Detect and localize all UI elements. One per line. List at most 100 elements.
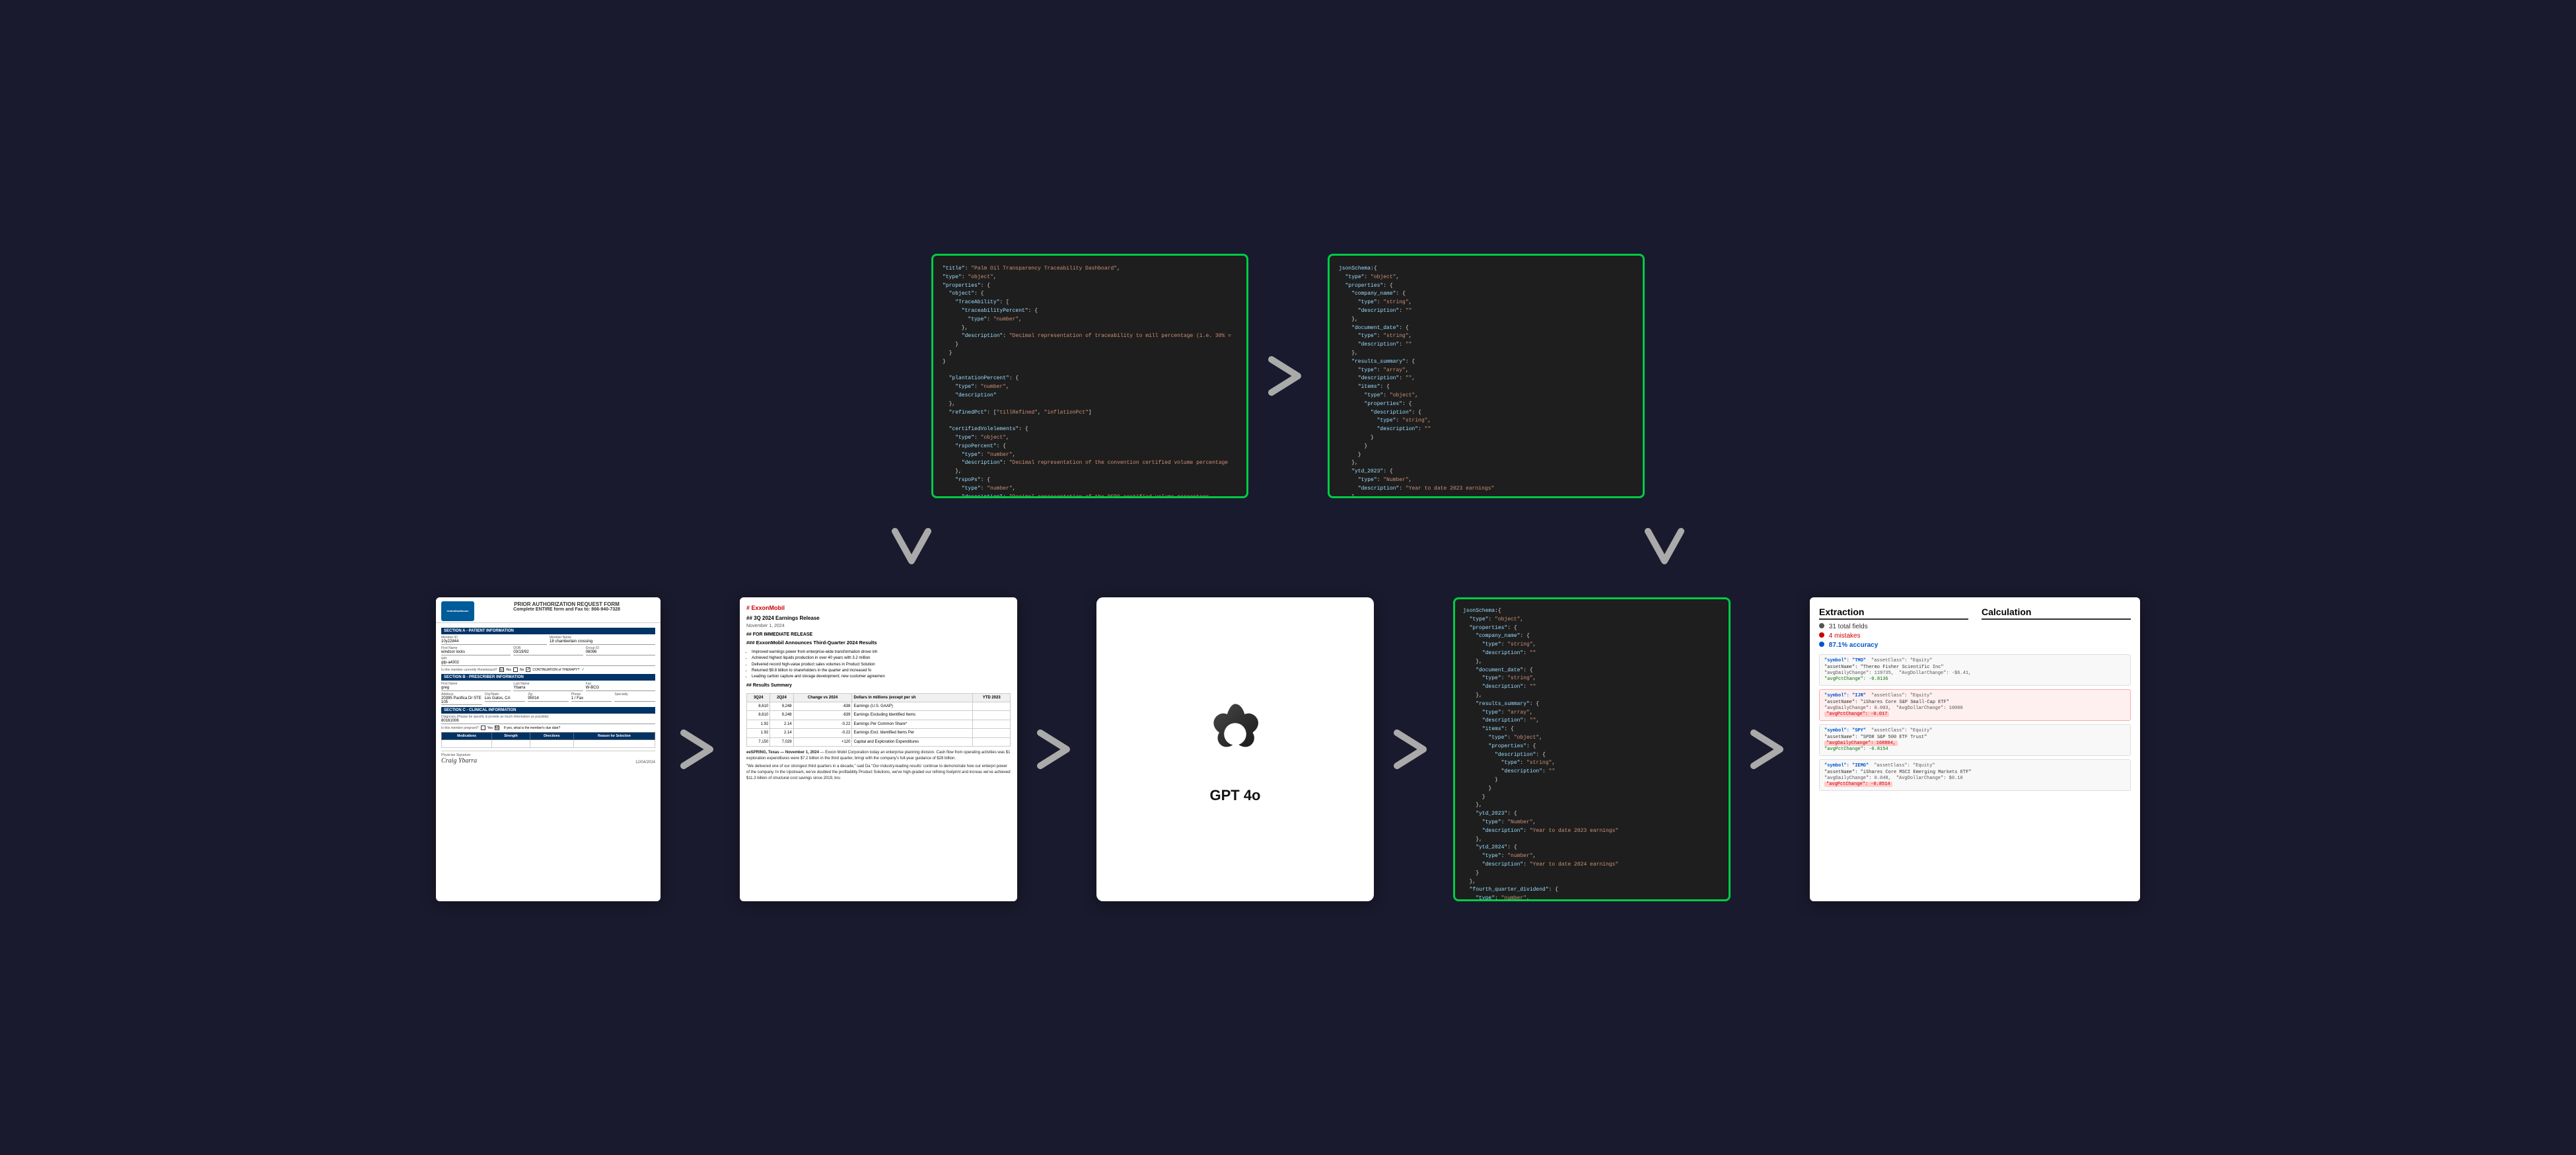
uhc-logo: UnitedHealthcare <box>441 601 474 621</box>
group-id-field: Group ID 06096 <box>586 646 655 655</box>
patient-row-2: First Name windsor locks DOB 03/19/92 Gr… <box>441 646 655 655</box>
prescriber-zip: Zip 95014 <box>528 692 569 705</box>
ijr-avg: "AvgDollarChange": 10000 <box>1896 706 1963 711</box>
chevron-right-icon-4 <box>1744 723 1797 776</box>
results-card: Extraction 31 total fields 4 mistakes <box>1810 597 2140 901</box>
member-id-field: Member ID 10y22844 <box>441 636 547 645</box>
top-schema-card-1: "title": "Palm Oil Transparency Traceabi… <box>931 254 1248 498</box>
prescriber-city-state: City/State Los Gatos, CA <box>485 692 526 705</box>
result-entry-ijr: "symbol": "IJR" "assetClass": "Equity" "… <box>1819 689 2131 721</box>
iemg-avg: "AvgDollarChange": $0.10 <box>1896 776 1963 781</box>
top-row: "title": "Palm Oil Transparency Traceabi… <box>26 254 2550 498</box>
uhc-logo-text: UnitedHealthcare <box>447 610 469 613</box>
down-arrow-right-icon <box>1638 525 1691 571</box>
ijr-pct-error: "avgPctChange": -0.017 <box>1824 712 1889 717</box>
prescriber-row-1: First Name greg Last Name Ybarra Fax W-B… <box>441 682 655 691</box>
calculation-title: Calculation <box>1982 607 2131 620</box>
bottom-arrow-3 <box>1374 723 1453 776</box>
bottom-row: UnitedHealthcare PRIOR AUTHORIZATION REQ… <box>26 597 2550 901</box>
ijr-ytd: "avgDailyChange": 0.003, <box>1824 706 1891 711</box>
down-arrow-left-icon <box>885 525 938 571</box>
top-schema-card-2: jsonSchema:{ "type": "object", "properti… <box>1328 254 1645 498</box>
top-arrow-1 <box>1248 350 1328 402</box>
sig-date: 12/04/2024 <box>635 761 655 764</box>
stat-mistakes: 4 mistakes <box>1819 632 1968 640</box>
med-row-1 <box>442 740 655 748</box>
stat-total-fields: 31 total fields <box>1819 623 1968 630</box>
press-quote: "We delivered one of our strongest third… <box>746 764 1011 782</box>
gpt-label: GPT 4o <box>1209 787 1260 804</box>
patient-info-header: SECTION A - PATIENT INFORMATION <box>441 628 655 634</box>
schema1-content: "title": "Palm Oil Transparency Traceabi… <box>943 265 1237 498</box>
prescriber-phone: Phone 1 / Fax <box>571 692 612 705</box>
spy-asset: "assetClass": "Equity" <box>1871 728 1932 733</box>
signature-label: Physician Signature: Craig Ybarra <box>441 753 477 764</box>
tmo-avg: "AvgDollarChange": -$6.41, <box>1899 671 1971 676</box>
stat-accuracy: 87.1% accuracy <box>1819 642 1968 649</box>
med-col-strength: Strength <box>492 733 530 740</box>
press-bullets: Improved earnings power from enterprise-… <box>752 650 1011 680</box>
pregnant-no: No <box>495 726 499 730</box>
member-name-field: Member Name 18 chamberlain crossing <box>550 636 655 645</box>
diagnosis-field: Diagnosis (Please be specific & provide … <box>441 715 655 724</box>
results-data: "symbol": "TMO" "assetClass": "Equity" "… <box>1819 654 2131 794</box>
bottom-arrow-2 <box>1017 723 1096 776</box>
tmo-ytd: "avgDailyChange": 119735, <box>1824 671 1894 676</box>
checkbox-continuation: ✓ <box>526 667 530 672</box>
press-for-immediate: ## FOR IMMEDIATE RELEASE <box>746 632 1011 638</box>
result-entry-spy: "symbol": "SPY" "assetClass": "Equity" "… <box>1819 724 2131 756</box>
medication-table: Medications Strength Directions Reason f… <box>441 732 655 748</box>
ijr-asset: "assetClass": "Equity" <box>1871 693 1932 698</box>
bottom-json-card: jsonSchema:{ "type": "object", "properti… <box>1453 597 1731 901</box>
patient-row-3: NPI gtp-a4302 <box>441 657 655 666</box>
table-row-2: 8,610 9,248 -639 Earnings Excluding Iden… <box>747 711 1011 720</box>
press-bullet-1: Improved earnings power from enterprise-… <box>752 650 1011 655</box>
gpt-card: GPT 4o <box>1096 597 1374 901</box>
extraction-stats: 31 total fields 4 mistakes 87.1% accurac… <box>1819 623 1968 649</box>
checkbox-no <box>513 667 518 672</box>
press-bullet-4: Returned $9.8 billion to shareholders in… <box>752 668 1011 673</box>
member-checkbox-row: Is this member currently Homebound? ☑ Ye… <box>441 667 655 672</box>
table-row-4: 1.92 2.14 -0.22 Earnings Excl. Identifie… <box>747 729 1011 737</box>
prescriber-row-2: Address 20395 Pacifica Dr STE 105 City/S… <box>441 692 655 705</box>
press-content: # ExxonMobil ## 3Q 2024 Earnings Release… <box>746 604 1011 782</box>
form-title-sub: Complete ENTIRE form and Fax to: 866-940… <box>478 607 655 612</box>
chevron-right-icon-top-1 <box>1262 350 1314 402</box>
results-summary-header: ## Results Summary <box>746 683 1011 689</box>
press-bullet-3: Delivered record high-value product sale… <box>752 662 1011 667</box>
prescriber-specialty: Specialty <box>614 692 655 705</box>
extraction-section: Extraction 31 total fields 4 mistakes <box>1819 607 1968 649</box>
table-row-5: 7,150 7,029 +120 Capital and Exploration… <box>747 737 1011 746</box>
prescriber-info-header: SECTION B - PRESCRIBER INFORMATION <box>441 674 655 681</box>
down-arrows-row <box>26 525 2550 571</box>
press-bullet-5: Leading carbon capture and storage devel… <box>752 674 1011 679</box>
chevron-right-icon-1 <box>674 723 727 776</box>
iemg-symbol: "symbol": "IEMG" <box>1824 763 1869 768</box>
bottom-arrow-1 <box>661 723 740 776</box>
bottom-schema-content: jsonSchema:{ "type": "object", "properti… <box>1463 607 1721 901</box>
gpt-logo-icon <box>1196 694 1275 774</box>
iemg-asset: "assetClass": "Equity" <box>1874 763 1935 768</box>
result-entry-iemg: "symbol": "IEMG" "assetClass": "Equity" … <box>1819 759 2131 791</box>
table-row-3: 1.92 2.14 -0.22 Earnings Per Common Shar… <box>747 720 1011 728</box>
tmo-pct: "avgPctChange": -0.8136 <box>1824 677 1888 682</box>
press-bullet-2: Achieved highest liquids production in o… <box>752 655 1011 661</box>
table-row-1: 8,610 9,248 -638 Earnings (U.S. GAAP) <box>747 702 1011 711</box>
results-stats-row: Extraction 31 total fields 4 mistakes <box>1819 607 2131 649</box>
iemg-desc: "assetName": "iShares Core MSCI Emerging… <box>1824 770 2126 775</box>
signature-img: Craig Ybarra <box>441 757 477 764</box>
press-company: # ExxonMobil <box>746 604 1011 613</box>
schema2-content: jsonSchema:{ "type": "object", "properti… <box>1339 265 1633 498</box>
form-title-block: PRIOR AUTHORIZATION REQUEST FORM Complet… <box>478 601 655 612</box>
iemg-ytd: "avgDailyChange": 0.048, <box>1824 776 1891 781</box>
form-title-main: PRIOR AUTHORIZATION REQUEST FORM <box>478 601 655 607</box>
red-bullet-icon <box>1819 632 1824 638</box>
th-change: Change vs 2024 <box>793 693 852 702</box>
checkbox-yes: ☑ <box>499 667 504 672</box>
spy-ytd-error: "avgDailyChange": 168804, <box>1824 741 1898 746</box>
form-header: UnitedHealthcare PRIOR AUTHORIZATION REQ… <box>436 597 661 623</box>
bottom-arrow-4 <box>1731 723 1810 776</box>
patient-row-1: Member ID 10y22844 Member Name 18 chambe… <box>441 636 655 645</box>
med-col-medications: Medications <box>442 733 492 740</box>
form-body: SECTION A - PATIENT INFORMATION Member I… <box>436 623 661 767</box>
